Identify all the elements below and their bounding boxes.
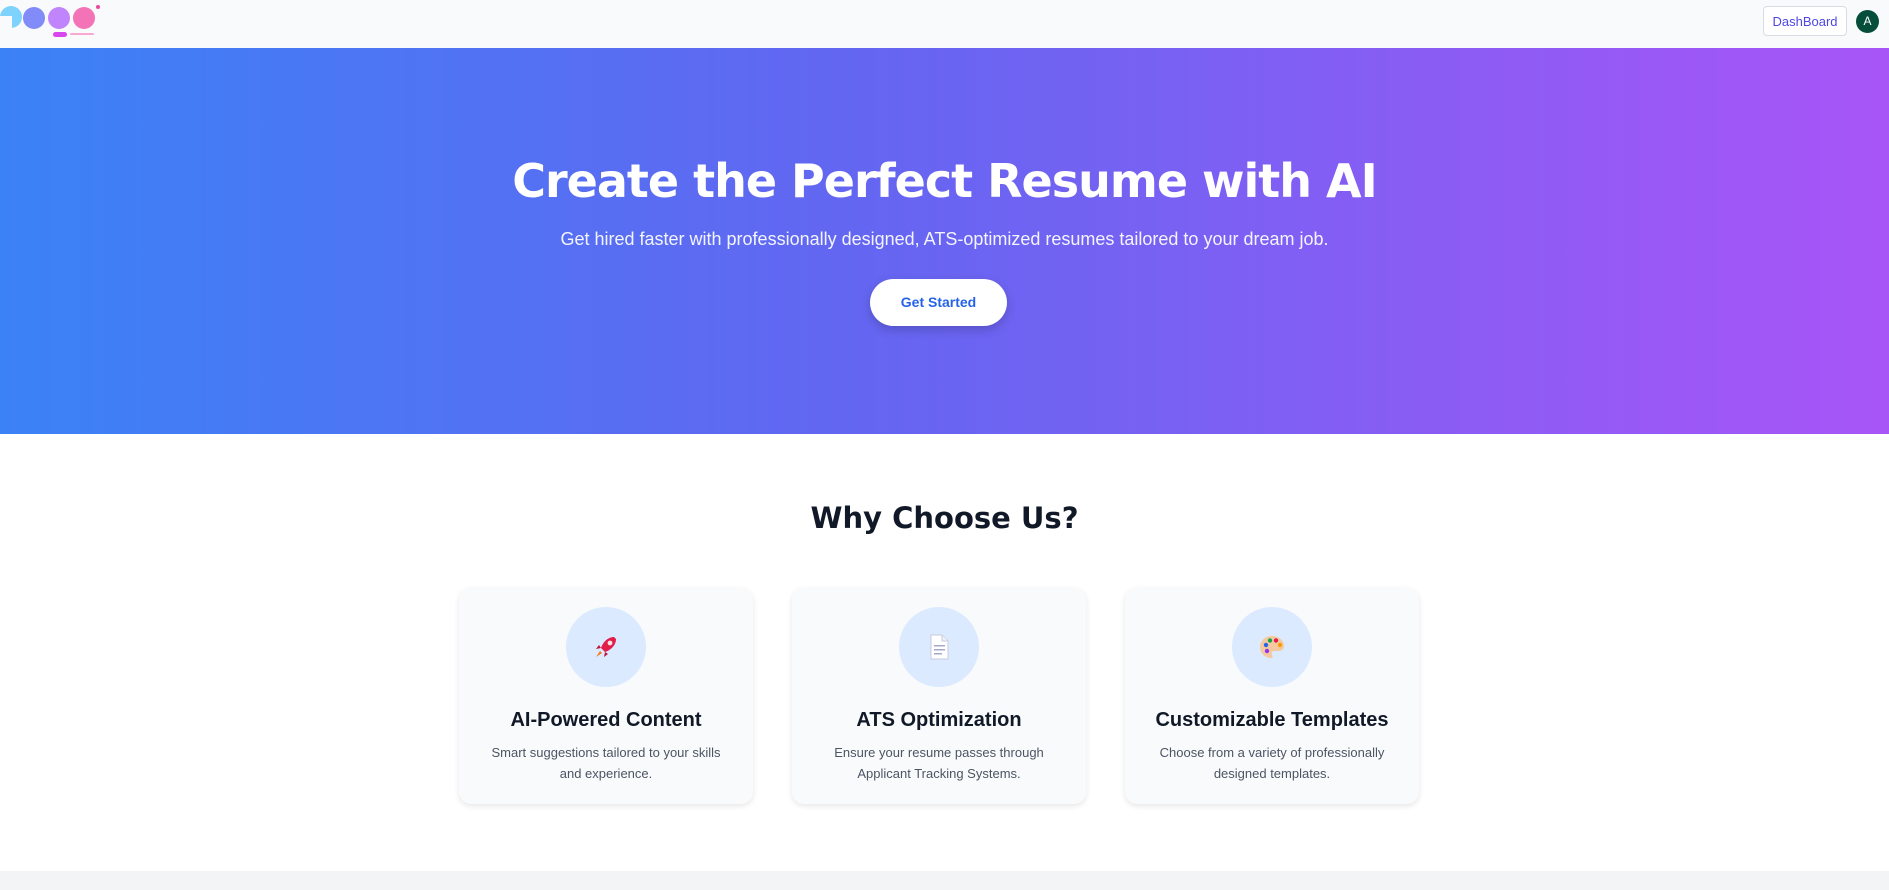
feature-card-ai-content: AI-Powered Content Smart suggestions tai… bbox=[459, 588, 753, 804]
hero-section: Create the Perfect Resume with AI Get hi… bbox=[0, 48, 1889, 434]
feature-card-templates: Customizable Templates Choose from a var… bbox=[1125, 588, 1419, 804]
hero-subtitle: Get hired faster with professionally des… bbox=[560, 229, 1329, 249]
logo-icon[interactable] bbox=[0, 2, 104, 40]
feature-icon-circle bbox=[899, 607, 979, 687]
feature-description: Choose from a variety of professionally … bbox=[1159, 745, 1385, 781]
get-started-button[interactable]: Get Started bbox=[870, 279, 1007, 326]
feature-description: Ensure your resume passes through Applic… bbox=[834, 745, 1044, 781]
document-icon bbox=[930, 634, 949, 660]
feature-title: Customizable Templates bbox=[1155, 709, 1389, 731]
feature-title: AI-Powered Content bbox=[510, 709, 702, 731]
rocket-icon bbox=[596, 637, 616, 657]
hero-title: Create the Perfect Resume with AI bbox=[512, 154, 1378, 208]
feature-description: Smart suggestions tailored to your skill… bbox=[491, 745, 721, 781]
dashboard-button[interactable]: DashBoard bbox=[1763, 6, 1847, 36]
features-title: Why Choose Us? bbox=[810, 501, 1079, 535]
feature-icon-circle bbox=[566, 607, 646, 687]
user-avatar[interactable]: A bbox=[1856, 10, 1879, 33]
footer-strip bbox=[0, 871, 1889, 890]
feature-card-ats: ATS Optimization Ensure your resume pass… bbox=[792, 588, 1086, 804]
feature-title: ATS Optimization bbox=[856, 709, 1022, 731]
palette-icon bbox=[1260, 636, 1284, 658]
feature-icon-circle bbox=[1232, 607, 1312, 687]
top-navbar: DashBoard A bbox=[0, 0, 1889, 49]
